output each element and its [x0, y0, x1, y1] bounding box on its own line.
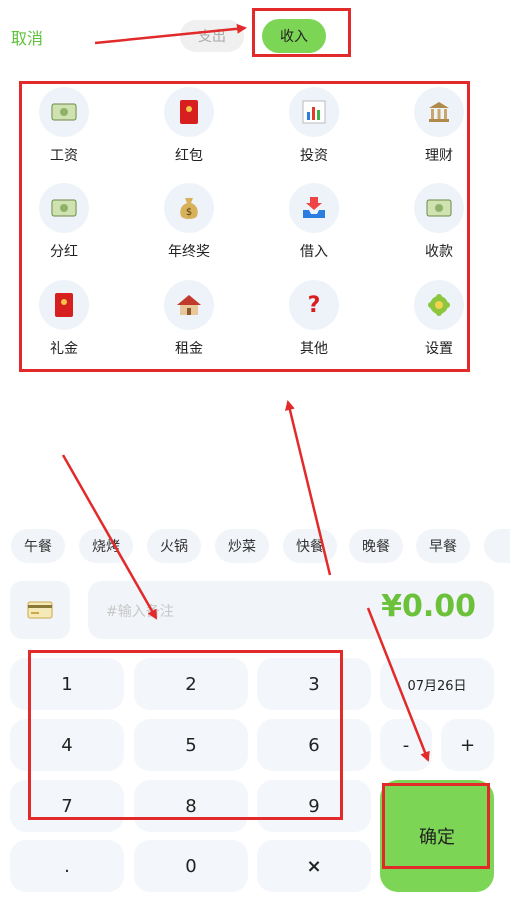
arrow-to-confirm [366, 607, 430, 762]
annotation-arrows [61, 23, 430, 762]
arrow-to-categories [285, 400, 332, 576]
arrow-to-keypad [61, 454, 158, 620]
arrow-to-income-tab [94, 23, 247, 45]
